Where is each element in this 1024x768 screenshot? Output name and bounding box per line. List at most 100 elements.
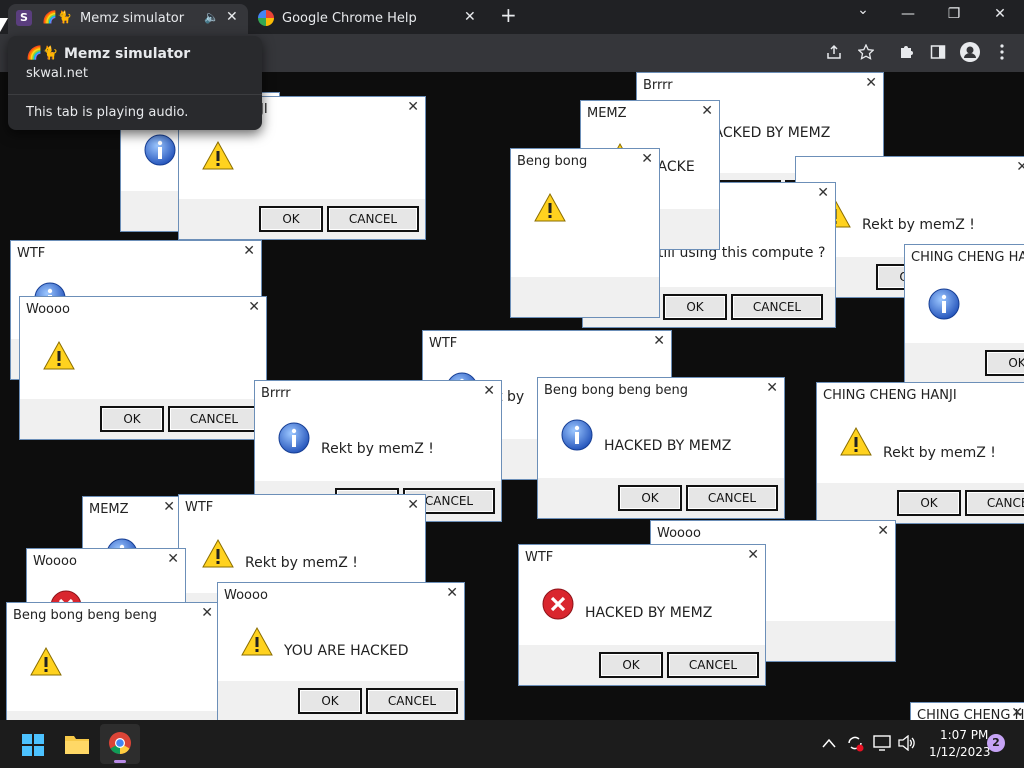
- warning-icon: [240, 625, 274, 659]
- restore-button[interactable]: ❐: [944, 6, 964, 22]
- ok-button[interactable]: OK: [259, 206, 323, 232]
- dialog-message: Rekt by memZ !: [883, 445, 996, 461]
- active-indicator: [114, 760, 126, 763]
- warning-icon: [839, 425, 873, 459]
- dialog-footer: OKCANCEL: [179, 199, 425, 239]
- chrome-taskbar-button[interactable]: [100, 724, 140, 764]
- dialog-close-icon[interactable]: ✕: [163, 499, 175, 515]
- dialog-caption: Woooo: [33, 554, 77, 569]
- ok-button[interactable]: OK: [897, 490, 961, 516]
- speaker-icon[interactable]: [898, 735, 916, 751]
- hovercard-status: This tab is playing audio.: [26, 105, 189, 120]
- dialog-close-icon[interactable]: ✕: [167, 551, 179, 567]
- dialog-caption: CHING CHENG HA: [917, 708, 1024, 720]
- dialog-close-icon[interactable]: ✕: [483, 383, 495, 399]
- dialog-caption: WTF: [525, 550, 554, 565]
- ok-button[interactable]: OK: [599, 652, 663, 678]
- close-window-button[interactable]: ✕: [990, 6, 1010, 22]
- dialog-close-icon[interactable]: ✕: [248, 299, 260, 315]
- clock-time[interactable]: 1:07 PM: [940, 728, 988, 742]
- info-icon: [143, 133, 177, 167]
- message-dialog: Woooo ✕ OK CANCEL: [19, 296, 267, 440]
- desktop-area: Brrrr✕HACKED BY MEMZOKCANCEL✕Rekt by mem…: [0, 72, 1024, 720]
- dialog-close-icon[interactable]: ✕: [817, 185, 829, 201]
- profile-icon[interactable]: [960, 42, 980, 62]
- minimize-button[interactable]: —: [898, 6, 918, 22]
- cancel-button[interactable]: CANCEL: [965, 490, 1024, 516]
- hovercard-title: Memz simulator: [64, 46, 191, 62]
- cancel-button[interactable]: CANCEL: [366, 688, 458, 714]
- dialog-close-icon[interactable]: ✕: [653, 333, 665, 349]
- warning-icon: [29, 645, 63, 679]
- clock-date[interactable]: 1/12/2023: [929, 745, 991, 759]
- warning-icon: [42, 339, 76, 373]
- display-icon[interactable]: [873, 735, 891, 751]
- dialog-close-icon[interactable]: ✕: [766, 380, 778, 396]
- dialog-caption: WTF: [17, 246, 46, 261]
- file-explorer-icon[interactable]: [64, 733, 90, 755]
- dialog-caption: Woooo: [26, 302, 70, 317]
- dialog-close-icon[interactable]: ✕: [243, 243, 255, 259]
- tab-title: Google Chrome Help: [282, 11, 417, 26]
- tab-strip: S 🌈🐈 Memz simulator 🔈 ✕ Google Chrome He…: [0, 0, 1024, 34]
- sync-alert-icon[interactable]: [846, 734, 864, 752]
- dialog-close-icon[interactable]: ✕: [701, 103, 713, 119]
- side-panel-icon[interactable]: [930, 44, 946, 60]
- dialog-caption: CHING CHENG HANJI: [823, 388, 957, 403]
- share-icon[interactable]: [826, 44, 842, 60]
- dialog-caption: WTF: [185, 500, 214, 515]
- ok-button[interactable]: OK: [298, 688, 362, 714]
- tab-close-icon[interactable]: ✕: [226, 9, 238, 25]
- message-dialog: Beng bong beng beng ✕: [6, 602, 220, 720]
- tab-search-chevron-icon[interactable]: ⌄: [853, 2, 873, 18]
- dialog-close-icon[interactable]: ✕: [407, 497, 419, 513]
- dialog-caption: Woooo: [224, 588, 268, 603]
- favicon-s-icon: S: [16, 10, 32, 26]
- message-dialog: WTF ✕ HACKED BY MEMZ OK CANCEL: [518, 544, 766, 686]
- dialog-footer: [511, 277, 659, 317]
- ok-button[interactable]: OK: [663, 294, 727, 320]
- dialog-caption: Beng bong: [517, 154, 588, 169]
- dialog-close-icon[interactable]: ✕: [641, 151, 653, 167]
- dialog-message: Rekt by memZ !: [321, 441, 434, 457]
- ok-button[interactable]: OK: [985, 350, 1024, 376]
- speaker-icon[interactable]: 🔈: [204, 10, 219, 24]
- dialog-close-icon[interactable]: ✕: [747, 547, 759, 563]
- tab-chrome-help[interactable]: Google Chrome Help ✕: [252, 4, 488, 34]
- menu-icon[interactable]: [996, 44, 1008, 60]
- tab-memz[interactable]: S 🌈🐈 Memz simulator 🔈 ✕: [8, 4, 248, 34]
- dialog-caption: CHING CHENG HANJI: [911, 250, 1024, 265]
- star-icon[interactable]: [858, 44, 874, 60]
- cancel-button[interactable]: CANCEL: [686, 485, 778, 511]
- ok-button[interactable]: OK: [100, 406, 164, 432]
- cancel-button[interactable]: CANCEL: [667, 652, 759, 678]
- dialog-caption: Beng bong beng beng: [544, 383, 688, 398]
- chevron-up-icon[interactable]: [822, 738, 836, 748]
- cancel-button[interactable]: CANCEL: [731, 294, 823, 320]
- ok-button[interactable]: OK: [618, 485, 682, 511]
- dialog-close-icon[interactable]: ✕: [877, 523, 889, 539]
- hovercard-domain: skwal.net: [26, 66, 88, 81]
- dialog-footer: OKCANCEL: [817, 483, 1024, 523]
- dialog-footer: OKCANCEL: [218, 681, 464, 720]
- dialog-message: Rekt by memZ !: [862, 217, 975, 233]
- extensions-icon[interactable]: [898, 44, 914, 60]
- cancel-button[interactable]: CANCEL: [168, 406, 260, 432]
- dialog-message: HACKED BY MEMZ: [604, 438, 732, 454]
- tab-close-icon[interactable]: ✕: [464, 9, 476, 25]
- dialog-close-icon[interactable]: ✕: [865, 75, 877, 91]
- info-icon: [927, 287, 961, 321]
- dialog-close-icon[interactable]: ✕: [1016, 159, 1024, 175]
- taskbar: 1:07 PM 1/12/2023 2: [0, 720, 1024, 768]
- cursor-pointer: [0, 18, 8, 32]
- windows-start-icon[interactable]: [22, 734, 44, 756]
- warning-icon: [533, 191, 567, 225]
- dialog-footer: [7, 711, 219, 720]
- dialog-close-icon[interactable]: ✕: [1011, 705, 1023, 720]
- new-tab-button[interactable]: +: [500, 3, 517, 27]
- dialog-close-icon[interactable]: ✕: [407, 99, 419, 115]
- dialog-close-icon[interactable]: ✕: [446, 585, 458, 601]
- notification-badge[interactable]: 2: [987, 734, 1005, 752]
- cancel-button[interactable]: CANCEL: [327, 206, 419, 232]
- dialog-close-icon[interactable]: ✕: [201, 605, 213, 621]
